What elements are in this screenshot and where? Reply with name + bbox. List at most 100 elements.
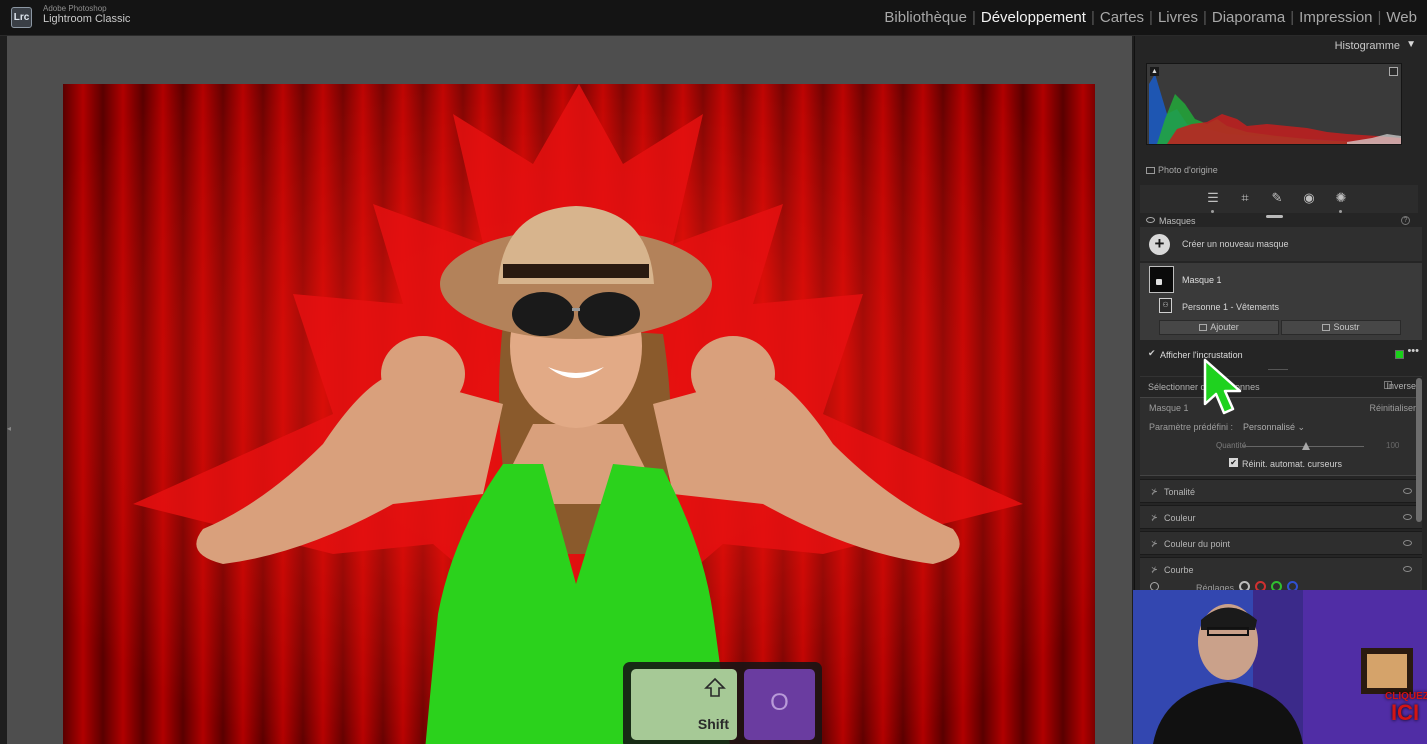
shift-key-label: Shift (697, 716, 729, 732)
lightroom-window: Lrc Adobe Photoshop Lightroom Classic Bi… (0, 0, 1427, 744)
edit-sliders-icon[interactable]: ☰ (1206, 191, 1220, 205)
section-arrow-icon: ⊁ (1151, 487, 1158, 496)
module-bibliotheque[interactable]: Bibliothèque (884, 9, 967, 26)
amount-slider-thumb[interactable] (1302, 442, 1310, 450)
presenter-video (1133, 590, 1427, 744)
panel-divider (1268, 369, 1288, 370)
red-eye-icon[interactable]: ◉ (1302, 191, 1316, 205)
highlight-clipping-icon[interactable] (1389, 67, 1398, 76)
tool-active-dot (1211, 210, 1214, 213)
shadow-clipping-icon[interactable]: ▲ (1150, 67, 1159, 76)
eye-icon[interactable] (1403, 488, 1412, 494)
original-photo-checkbox-icon[interactable] (1146, 167, 1155, 174)
module-separator: | (1149, 9, 1153, 26)
histogram-title: Histogramme (1334, 40, 1400, 52)
top-bar: Lrc Adobe Photoshop Lightroom Classic Bi… (0, 0, 1427, 36)
module-separator: | (1202, 9, 1207, 26)
create-mask-label: Créer un nouveau masque (1182, 239, 1289, 249)
mask-thumbnail-figure (1156, 279, 1162, 285)
subtract-mask-icon (1322, 324, 1331, 331)
preset-label: Paramètre prédéfini : (1149, 422, 1234, 432)
mask-name[interactable]: Masque 1 (1182, 275, 1222, 285)
preset-dropdown[interactable]: Personnalisé ⌄ (1243, 422, 1305, 433)
collapse-triangle-icon[interactable]: ▼ (1406, 39, 1416, 50)
app-name: Lightroom Classic (43, 13, 131, 25)
histogram-plot (1149, 74, 1401, 144)
mask-list-card[interactable]: Masque 1 ⚇ Personne 1 - Vêtements Ajoute… (1140, 263, 1422, 340)
more-options-icon[interactable]: ••• (1407, 345, 1419, 357)
mask-thumbnail[interactable] (1149, 266, 1174, 293)
add-button-label: Ajouter (1210, 322, 1239, 332)
auto-reset-label: Réinit. automat. curseurs (1242, 459, 1343, 469)
amount-value[interactable]: 100 (1386, 441, 1399, 450)
module-impression[interactable]: Impression (1299, 9, 1372, 26)
panel-scrollbar[interactable] (1416, 378, 1422, 522)
keystroke-overlay: Shift O (623, 662, 822, 744)
healing-icon[interactable]: ✎ (1270, 191, 1284, 205)
masking-icon[interactable]: ✺ (1334, 191, 1348, 205)
reset-button[interactable]: Réinitialiser (1369, 403, 1416, 413)
photo-preview[interactable] (63, 84, 1095, 744)
module-separator: | (1377, 9, 1382, 26)
webcam-overlay: CLIQUEZ ICI (1133, 590, 1427, 744)
histogram-graph[interactable]: ▲ (1146, 63, 1402, 145)
mask-component-label[interactable]: Personne 1 - Vêtements (1182, 302, 1279, 312)
tool-active-dot (1339, 210, 1342, 213)
module-livres[interactable]: Livres (1158, 9, 1198, 26)
eye-icon[interactable] (1403, 540, 1412, 546)
section-tonalite[interactable]: ⊁ Tonalité (1140, 479, 1422, 503)
section-arrow-icon: ⊁ (1151, 513, 1158, 522)
histogram-header[interactable]: Histogramme ▼ (1135, 36, 1427, 57)
cursor-arrow-icon (1203, 358, 1242, 415)
help-icon[interactable]: ? (1401, 216, 1410, 225)
o-key: O (744, 669, 815, 740)
original-photo-label: Photo d'origine (1158, 165, 1218, 175)
module-cartes[interactable]: Cartes (1100, 9, 1144, 26)
module-web[interactable]: Web (1386, 9, 1417, 26)
module-picker: Bibliothèque | Développement | Cartes | Livres… (884, 9, 1417, 26)
section-couleur[interactable]: ⊁ Couleur (1140, 505, 1422, 529)
image-work-area[interactable]: ◂ Shift O (7, 36, 1132, 744)
invert-label: Inverser (1386, 381, 1419, 391)
add-button[interactable]: Ajouter (1159, 320, 1279, 335)
section-arrow-icon: ⊁ (1151, 539, 1158, 548)
module-separator: | (1290, 9, 1295, 26)
left-panel-toggle-icon[interactable]: ◂ (7, 424, 15, 434)
create-mask-button[interactable]: + Créer un nouveau masque (1140, 227, 1422, 261)
module-diaporama[interactable]: Diaporama (1212, 9, 1285, 26)
panel-grip[interactable] (1266, 215, 1283, 218)
original-photo-toggle[interactable]: Photo d'origine (1146, 165, 1218, 175)
shift-key: Shift (631, 669, 737, 740)
module-separator: | (1090, 9, 1095, 26)
show-overlay-row[interactable]: ✔ Afficher l'incrustation ••• (1140, 344, 1422, 366)
subtract-button-label: Soustr (1333, 322, 1360, 332)
masks-eye-icon[interactable] (1146, 217, 1155, 223)
crop-icon[interactable]: ⌗ (1238, 191, 1252, 205)
masks-title: Masques (1159, 216, 1196, 226)
subtract-button[interactable]: Soustr (1281, 320, 1401, 335)
module-separator: | (971, 9, 976, 26)
add-mask-icon (1199, 324, 1208, 331)
shift-arrow-icon (704, 677, 726, 697)
amount-label: Quantité (1216, 441, 1247, 450)
section-label: Courbe (1164, 565, 1194, 575)
person-icon[interactable]: ⚇ (1159, 298, 1172, 313)
section-couleur-du-point[interactable]: ⊁ Couleur du point (1140, 531, 1422, 555)
show-overlay-checkbox[interactable]: ✔ (1148, 348, 1156, 359)
eye-icon[interactable] (1403, 566, 1412, 572)
module-developpement[interactable]: Développement (981, 9, 1086, 26)
section-label: Couleur (1164, 513, 1196, 523)
plus-icon[interactable]: + (1149, 234, 1170, 255)
tool-strip: ☰ ⌗ ✎ ◉ ✺ (1140, 185, 1418, 213)
cta-line2: ICI (1390, 700, 1420, 725)
click-here-button[interactable]: CLIQUEZ ICI (1385, 692, 1427, 725)
select-people-row: Sélectionner des personnes Inverser (1140, 376, 1422, 394)
section-label: Tonalité (1164, 487, 1196, 497)
section-arrow-icon: ⊁ (1151, 565, 1158, 574)
overlay-color-swatch[interactable] (1395, 350, 1404, 359)
eye-icon[interactable] (1403, 514, 1412, 520)
lrc-logo-icon: Lrc (11, 7, 32, 28)
auto-reset-checkbox[interactable]: ✔ (1229, 458, 1238, 467)
mask-settings-panel: Masque 1 Réinitialiser Paramètre prédéfi… (1140, 397, 1422, 476)
o-key-label: O (770, 689, 789, 716)
